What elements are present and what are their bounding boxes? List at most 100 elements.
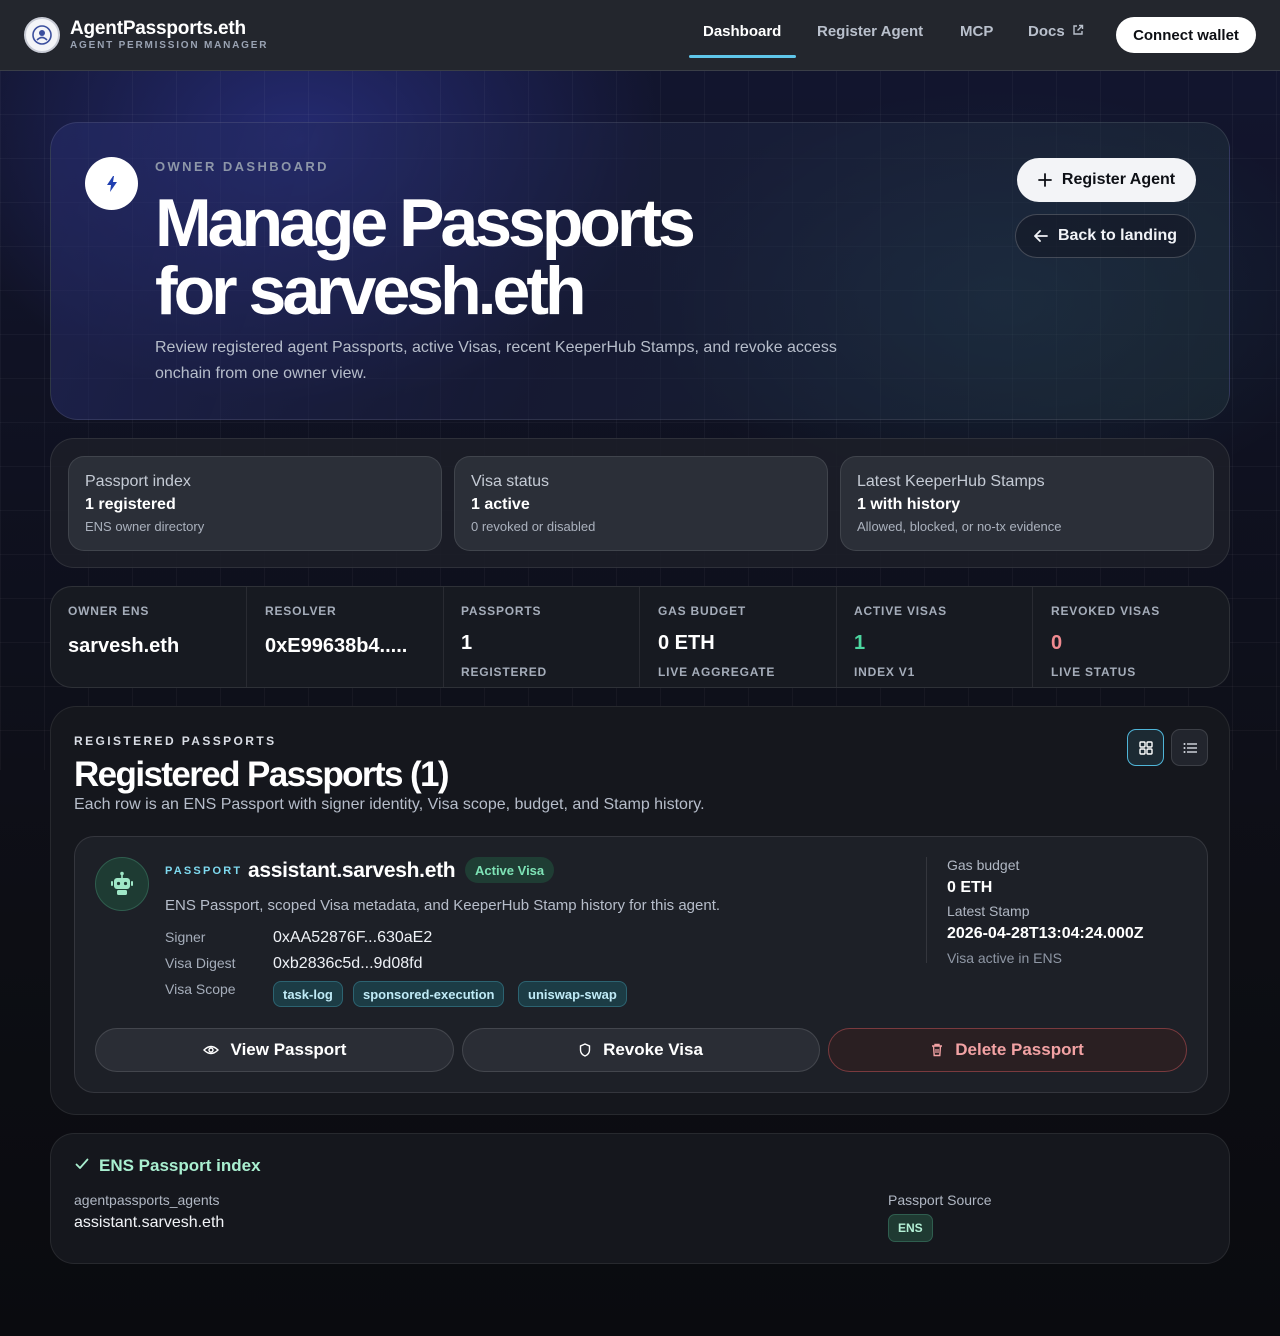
arrow-left-icon [1034,230,1048,242]
stats-row: OWNER ENS sarvesh.eth RESOLVER 0xE99638b… [50,586,1230,688]
lightning-icon [85,157,138,210]
nav-docs-label: Docs [1028,23,1065,40]
stat-value: 1 [854,632,866,654]
stat-label: RESOLVER [265,604,337,618]
latest-stamp-value: 2026-04-28T13:04:24.000Z [947,925,1144,942]
check-icon [75,1158,89,1169]
summary-subtext: 0 revoked or disabled [471,519,596,534]
summary-card-visa-status: Visa status 1 active 0 revoked or disabl… [454,456,828,551]
nav-dashboard[interactable]: Dashboard [703,23,781,40]
list-view-button[interactable] [1171,729,1208,766]
ens-passport-index-section: ENS Passport index agentpassports_agents… [50,1133,1230,1264]
scope-chip: sponsored-execution [353,981,505,1007]
stat-value: sarvesh.eth [68,635,180,657]
section-title: Registered Passports (1) [74,755,450,794]
stat-owner-ens: OWNER ENS sarvesh.eth [51,587,247,687]
shield-icon [579,1043,591,1057]
visa-digest-value[interactable]: 0xb2836c5d...9d08fd [273,955,422,973]
passport-name: assistant.sarvesh.eth [248,859,456,882]
section-description: Each row is an ENS Passport with signer … [74,796,705,813]
nav-register-agent[interactable]: Register Agent [817,23,923,40]
view-passport-label: View Passport [230,1040,347,1059]
passport-source-chip: ENS [888,1214,933,1242]
summary-label: Passport index [85,473,191,490]
stat-value: 1 [461,632,473,654]
list-view-icon [1183,742,1197,753]
page-title: Manage Passports for sarvesh.eth [155,189,855,325]
signer-label: Signer [165,929,206,945]
stat-label: PASSPORTS [461,604,542,618]
summary-value: 1 with history [857,496,961,513]
section-eyebrow: REGISTERED PASSPORTS [74,734,277,748]
summary-label: Visa status [471,473,549,490]
stat-value: 0 [1051,632,1063,654]
delete-passport-label: Delete Passport [955,1040,1084,1059]
latest-stamp-label: Latest Stamp [947,903,1030,919]
stat-subtext: INDEX V1 [854,665,916,679]
ens-index-title: ENS Passport index [99,1156,261,1175]
card-divider [926,857,927,963]
visa-digest-label: Visa Digest [165,955,236,971]
hero-eyebrow: OWNER DASHBOARD [155,159,329,174]
summary-subtext: ENS owner directory [85,519,205,534]
gas-budget-label: Gas budget [947,857,1020,873]
stat-passports: PASSPORTS 1 REGISTERED [444,587,640,687]
summary-panel: Passport index 1 registered ENS owner di… [50,438,1230,568]
ens-record-label: agentpassports_agents [74,1192,220,1208]
passport-tag: PASSPORT [165,865,243,877]
status-badge: Active Visa [465,857,555,883]
revoke-visa-button[interactable]: Revoke Visa [462,1028,820,1072]
external-link-icon [1073,24,1084,35]
back-to-landing-button[interactable]: Back to landing [1015,214,1196,258]
register-agent-label: Register Agent [1061,171,1176,188]
stat-label: REVOKED VISAS [1051,604,1161,618]
delete-passport-button[interactable]: Delete Passport [828,1028,1187,1072]
summary-value: 1 registered [85,496,176,513]
stat-value: 0 ETH [658,632,715,654]
stat-revoked-visas: REVOKED VISAS 0 LIVE STATUS [1034,587,1229,687]
nav-active-indicator [689,55,796,58]
nav-mcp[interactable]: MCP [960,23,993,40]
stat-resolver: RESOLVER 0xE99638b4..... [248,587,444,687]
visa-status-note: Visa active in ENS [947,950,1062,966]
brand-title[interactable]: AgentPassports.eth [70,18,246,40]
passport-source-label: Passport Source [888,1192,992,1208]
stat-subtext: REGISTERED [461,665,548,679]
scope-chip: uniswap-swap [518,981,627,1007]
stat-subtext: LIVE AGGREGATE [658,665,776,679]
passport-description: ENS Passport, scoped Visa metadata, and … [165,897,721,914]
scope-chip: task-log [273,981,343,1007]
summary-label: Latest KeeperHub Stamps [857,473,1045,490]
top-navigation-bar: AgentPassports.eth AGENT PERMISSION MANA… [0,0,1280,71]
trash-icon [932,1043,943,1057]
stat-active-visas: ACTIVE VISAS 1 INDEX V1 [837,587,1033,687]
grid-view-button[interactable] [1127,729,1164,766]
hero-panel: OWNER DASHBOARD Manage Passports for sar… [50,122,1230,420]
stat-gas-budget: GAS BUDGET 0 ETH LIVE AGGREGATE [641,587,837,687]
stat-value[interactable]: 0xE99638b4..... [265,635,426,658]
signer-value[interactable]: 0xAA52876F...630aE2 [273,929,432,947]
summary-value: 1 active [471,496,530,513]
brand-logo[interactable] [24,17,60,53]
stat-label: OWNER ENS [68,604,150,618]
eye-icon [202,1045,219,1055]
summary-subtext: Allowed, blocked, or no-tx evidence [857,519,1062,534]
ens-record-value: assistant.sarvesh.eth [74,1214,225,1231]
connect-wallet-button[interactable]: Connect wallet [1116,17,1256,53]
view-passport-button[interactable]: View Passport [95,1028,454,1072]
page-title-line-2: for sarvesh.eth [155,253,587,329]
stat-label: ACTIVE VISAS [854,604,947,618]
nav-docs[interactable]: Docs [1028,23,1084,40]
hero-description: Review registered agent Passports, activ… [155,339,837,382]
page-title-line-1: Manage Passports [155,185,696,261]
grid-view-icon [1138,740,1153,755]
register-agent-button[interactable]: Register Agent [1017,158,1196,202]
stat-label: GAS BUDGET [658,604,747,618]
gas-budget-value: 0 ETH [947,879,993,896]
robot-avatar-icon [95,857,149,911]
registered-passports-section: REGISTERED PASSPORTS Registered Passport… [50,706,1230,1115]
visa-scope-label: Visa Scope [165,981,236,997]
stat-subtext: LIVE STATUS [1051,665,1137,679]
summary-card-passport-index: Passport index 1 registered ENS owner di… [68,456,442,551]
revoke-visa-label: Revoke Visa [603,1040,703,1059]
